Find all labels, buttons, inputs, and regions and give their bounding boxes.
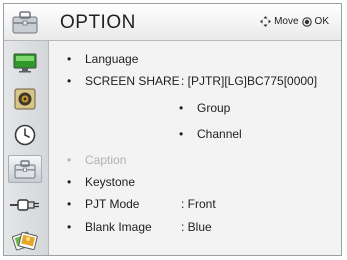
menu-item-label: Keystone xyxy=(85,175,136,189)
page-title: OPTION xyxy=(60,12,136,33)
bullet: • xyxy=(67,197,72,211)
sidebar-item-time[interactable] xyxy=(8,121,42,149)
menu-item-value: : Blue xyxy=(181,220,212,234)
option-icon xyxy=(14,160,36,179)
menu-item-screen-share[interactable]: • SCREEN SHARE : [PJTR][LG]BC775[0000] xyxy=(49,70,341,92)
bullet: • xyxy=(67,220,72,234)
audio-icon xyxy=(14,88,36,110)
menu-item-pjt-mode[interactable]: • PJT Mode : Front xyxy=(49,193,341,215)
option-menu-window: OPTION Move OK • Language • SCREEN SHARE… xyxy=(3,3,342,256)
ok-button-icon xyxy=(301,16,312,27)
option-list: • Language • SCREEN SHARE : [PJTR][LG]BC… xyxy=(49,41,341,255)
sidebar-item-option[interactable] xyxy=(8,155,42,183)
sidebar-item-picture[interactable] xyxy=(8,49,42,77)
time-icon xyxy=(14,124,36,146)
bullet: • xyxy=(67,153,72,167)
menu-item-label: SCREEN SHARE xyxy=(85,74,180,88)
ok-hint-label: OK xyxy=(314,16,329,27)
menu-item-label: Channel xyxy=(197,127,242,141)
media-icon xyxy=(11,231,38,251)
sidebar-item-input[interactable] xyxy=(8,191,42,219)
menu-item-label: Group xyxy=(197,101,231,115)
menu-item-label: Caption xyxy=(85,153,127,167)
menu-item-language[interactable]: • Language xyxy=(49,48,341,70)
menu-item-label: Language xyxy=(85,52,139,66)
move-arrows-icon xyxy=(260,16,272,27)
menu-item-value: : Front xyxy=(181,197,216,211)
menu-item-group[interactable]: • Group xyxy=(49,97,341,119)
menu-item-keystone[interactable]: • Keystone xyxy=(49,171,341,193)
toolbox-icon xyxy=(12,11,38,34)
bullet: • xyxy=(179,101,184,115)
sidebar-item-media[interactable] xyxy=(8,227,42,255)
input-icon xyxy=(10,199,39,211)
menu-header: OPTION Move OK xyxy=(4,4,341,41)
menu-item-value: : [PJTR][LG]BC775[0000] xyxy=(181,74,318,88)
menu-item-caption: • Caption xyxy=(49,149,341,171)
picture-icon xyxy=(13,53,37,73)
navigation-hint: Move OK xyxy=(260,16,329,27)
menu-item-blank-image[interactable]: • Blank Image : Blue xyxy=(49,216,341,238)
bullet: • xyxy=(67,175,72,189)
menu-item-channel[interactable]: • Channel xyxy=(49,123,341,145)
bullet: • xyxy=(67,52,72,66)
bullet: • xyxy=(179,127,184,141)
category-sidebar xyxy=(4,41,49,255)
bullet: • xyxy=(67,74,72,88)
sidebar-item-audio[interactable] xyxy=(8,85,42,113)
menu-item-label: Blank Image xyxy=(85,220,152,234)
move-hint-label: Move xyxy=(274,16,299,27)
menu-item-label: PJT Mode xyxy=(85,197,140,211)
